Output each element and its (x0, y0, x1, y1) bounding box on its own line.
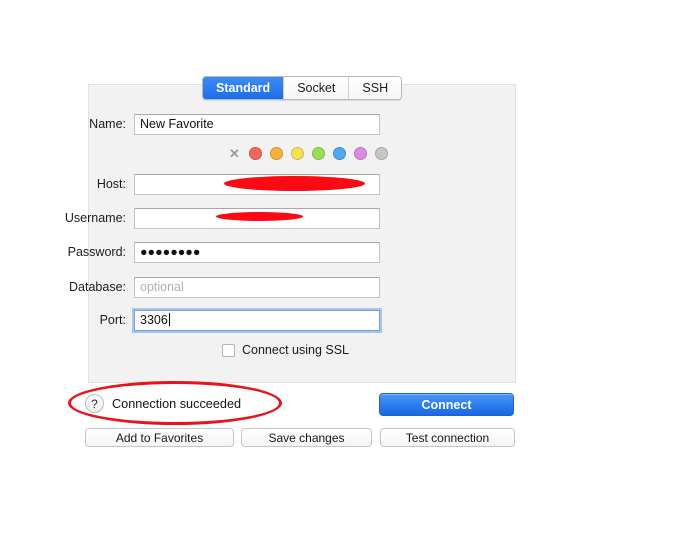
port-input[interactable]: 3306 (134, 309, 380, 331)
name-row: Name: New Favorite (0, 113, 676, 135)
host-label: Host: (96, 177, 126, 191)
port-row: Port: 3306 (0, 309, 676, 331)
favorite-color-swatches[interactable]: ✕ (228, 147, 388, 160)
swatch-gray[interactable] (375, 147, 388, 160)
connect-using-ssl-row[interactable]: Connect using SSL (222, 343, 349, 357)
tab-socket[interactable]: Socket (283, 77, 349, 99)
annotation-highlight-ellipse (68, 381, 282, 425)
swatch-red[interactable] (249, 147, 262, 160)
tab-standard[interactable]: Standard (203, 77, 284, 99)
clear-color-icon[interactable]: ✕ (228, 147, 241, 160)
swatch-yellow[interactable] (291, 147, 304, 160)
password-input[interactable]: ●●●●●●●● (134, 241, 380, 263)
password-row: Password: ●●●●●●●● (0, 241, 676, 263)
port-label: Port: (99, 313, 126, 327)
swatch-magenta[interactable] (354, 147, 367, 160)
host-redaction-mark (224, 176, 365, 191)
username-row: Username: (0, 207, 676, 229)
port-value: 3306 (140, 312, 168, 327)
connection-type-tabs[interactable]: Standard Socket SSH (202, 76, 403, 100)
username-redaction-mark (216, 212, 303, 221)
add-to-favorites-button[interactable]: Add to Favorites (85, 428, 234, 447)
password-label: Password: (67, 245, 126, 259)
swatch-orange[interactable] (270, 147, 283, 160)
username-label: Username: (64, 211, 126, 225)
save-changes-button[interactable]: Save changes (241, 428, 372, 447)
test-connection-button[interactable]: Test connection (380, 428, 515, 447)
text-caret (168, 312, 170, 326)
connect-button[interactable]: Connect (379, 393, 514, 416)
swatch-green[interactable] (312, 147, 325, 160)
swatch-blue[interactable] (333, 147, 346, 160)
database-input[interactable]: optional (134, 276, 380, 298)
database-label: Database: (69, 280, 126, 294)
database-row: Database: optional (0, 276, 676, 298)
name-input[interactable]: New Favorite (134, 113, 380, 135)
ssl-label: Connect using SSL (242, 343, 350, 357)
tab-ssh[interactable]: SSH (348, 77, 402, 99)
ssl-checkbox[interactable] (222, 343, 235, 357)
name-label: Name: (89, 117, 126, 131)
